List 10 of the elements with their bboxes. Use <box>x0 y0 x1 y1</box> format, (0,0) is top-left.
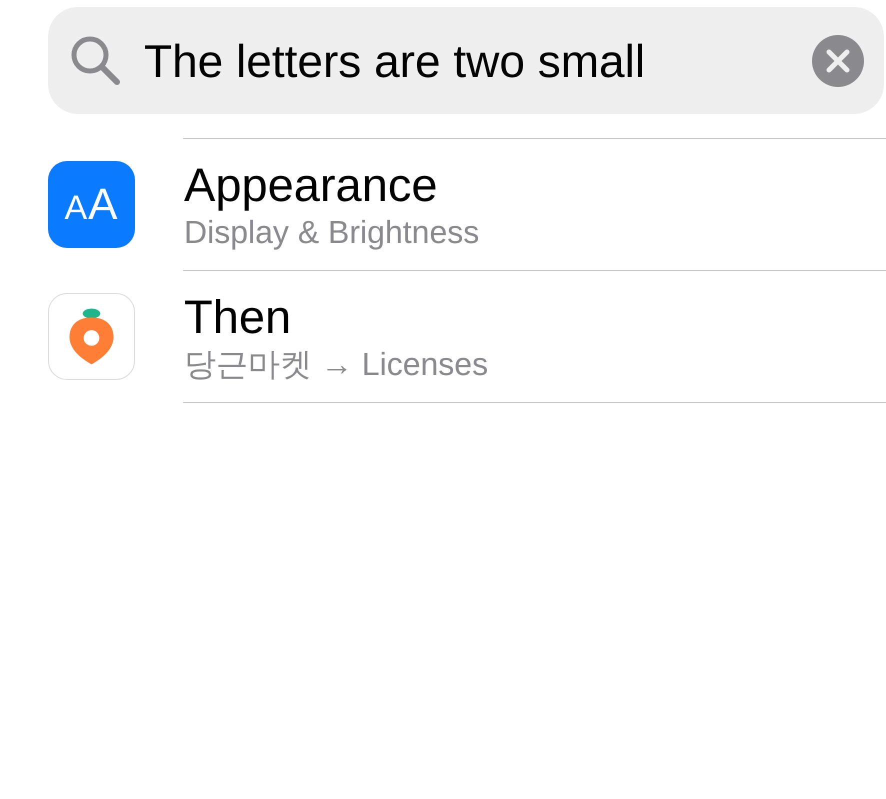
result-path: Display & Brightness <box>184 212 480 252</box>
search-text: The letters are two small <box>144 34 646 88</box>
text-size-icon: AA <box>48 161 135 248</box>
search-field[interactable]: The letters are two small <box>48 7 884 114</box>
search-icon <box>70 34 122 86</box>
result-title[interactable]: Then <box>184 290 488 344</box>
result-title[interactable]: Appearance <box>184 158 480 212</box>
result-path: 당근마켓 → Licenses <box>184 344 488 384</box>
clear-icon[interactable] <box>812 34 864 86</box>
carrot-icon <box>48 293 135 380</box>
